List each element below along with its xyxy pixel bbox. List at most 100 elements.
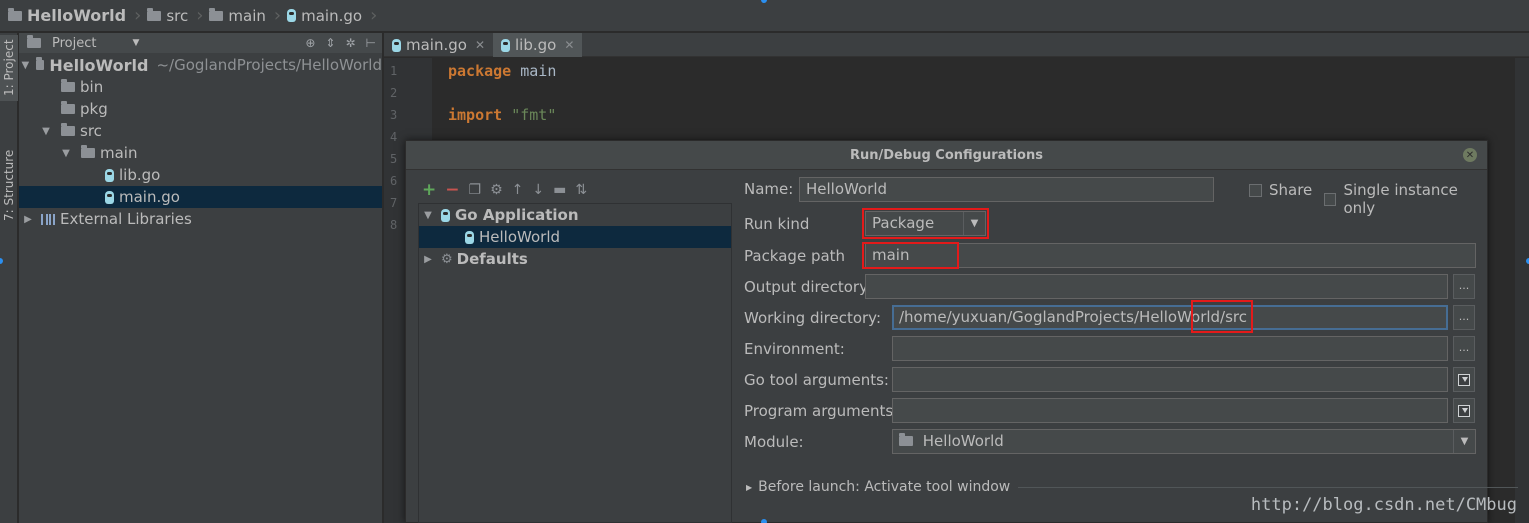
breadcrumb-separator: › <box>273 5 282 26</box>
breadcrumb-project[interactable]: HelloWorld <box>4 0 132 32</box>
working-directory-field[interactable]: /home/yuxuan/GoglandProjects/HelloWorld/… <box>892 305 1448 330</box>
before-launch-section[interactable]: ▶ Before launch: Activate tool window <box>746 479 1519 495</box>
line-number: 6 <box>390 174 398 188</box>
code-keyword: import <box>448 106 503 124</box>
move-down-icon[interactable]: ↓ <box>532 182 544 198</box>
close-tab-icon[interactable]: ✕ <box>475 38 485 52</box>
sort-icon[interactable]: ⇅ <box>575 182 587 198</box>
editor-scrollbar[interactable] <box>1515 58 1529 523</box>
module-value: HelloWorld <box>922 432 1004 450</box>
environment-browse-button[interactable]: ... <box>1453 336 1475 361</box>
line-number: 2 <box>390 86 398 100</box>
expanded-arrow-icon[interactable]: ▼ <box>21 60 30 71</box>
module-select[interactable]: HelloWorld ▼ <box>892 429 1476 454</box>
output-directory-field[interactable] <box>865 274 1448 299</box>
tree-item-pkg[interactable]: pkg <box>19 98 382 120</box>
project-tool-window: Project ▼ ⊕ ⇕ ✲ ⊢ ▼ HelloWorld ~/Gogland… <box>19 33 383 523</box>
single-instance-checkbox[interactable]: Single instance only <box>1324 181 1487 217</box>
project-view-selector[interactable]: Project <box>52 36 96 51</box>
tree-item-src[interactable]: ▼ src <box>19 120 382 142</box>
collapsed-arrow-icon[interactable]: ▶ <box>21 214 35 225</box>
expanded-arrow-icon[interactable]: ▼ <box>39 126 53 137</box>
checkbox-box[interactable] <box>1324 192 1337 206</box>
output-directory-browse-button[interactable]: ... <box>1453 274 1475 299</box>
collapsed-arrow-icon[interactable]: ▶ <box>421 254 435 265</box>
expand-icon <box>1458 373 1470 386</box>
move-up-icon[interactable]: ↑ <box>512 182 524 198</box>
tree-root-helloworld[interactable]: ▼ HelloWorld ~/GoglandProjects/HelloWorl… <box>19 54 382 76</box>
environment-label: Environment: <box>744 340 845 358</box>
working-directory-label: Working directory: <box>744 309 882 327</box>
copy-icon[interactable]: ❐ <box>469 182 482 198</box>
tree-root-label: HelloWorld <box>49 55 149 75</box>
folder-icon <box>61 123 75 136</box>
tree-item-main-go[interactable]: main.go <box>19 186 382 208</box>
name-field[interactable]: HelloWorld <box>799 177 1214 202</box>
share-label: Share <box>1269 181 1313 199</box>
folder-icon <box>61 79 75 92</box>
tool-tab-structure[interactable]: 7: Structure <box>0 125 18 245</box>
line-number: 4 <box>390 130 398 144</box>
chevron-down-icon[interactable]: ▼ <box>963 212 985 235</box>
breadcrumb-file-label: main.go <box>301 6 363 25</box>
folder-icon <box>35 57 45 70</box>
tree-item-lib-go[interactable]: lib.go <box>19 164 382 186</box>
breadcrumb-project-label: HelloWorld <box>27 6 127 25</box>
line-number: 7 <box>390 196 398 210</box>
chevron-down-icon[interactable]: ▼ <box>1453 430 1475 453</box>
expanded-arrow-icon[interactable]: ▼ <box>421 210 435 221</box>
working-directory-browse-button[interactable]: ... <box>1453 305 1475 330</box>
environment-field[interactable] <box>892 336 1448 361</box>
navigation-bar: HelloWorld › src › main › main.go › <box>0 0 1529 32</box>
folder-icon <box>81 145 95 158</box>
code-line-3[interactable]: import "fmt" <box>448 106 556 124</box>
tree-item-label: External Libraries <box>60 210 192 228</box>
tree-item-label: src <box>80 122 102 140</box>
expand-editor-button[interactable] <box>1453 398 1475 423</box>
expand-icon <box>1458 404 1470 417</box>
close-tab-icon[interactable]: ✕ <box>564 38 574 52</box>
edit-defaults-icon[interactable]: ⚙ <box>490 182 503 198</box>
go-file-icon <box>392 38 401 52</box>
tree-group-go-application[interactable]: ▼ Go Application <box>419 204 731 226</box>
breadcrumb-src[interactable]: src <box>143 0 194 32</box>
tree-item-external-libraries[interactable]: ▶ External Libraries <box>19 208 382 230</box>
locate-icon[interactable]: ⊕ <box>305 36 315 50</box>
breadcrumb-file[interactable]: main.go <box>283 0 368 32</box>
share-checkbox[interactable]: Share <box>1249 181 1312 199</box>
tool-tab-project[interactable]: 1: Project <box>0 35 18 101</box>
collapse-all-icon[interactable]: ⇕ <box>325 36 335 50</box>
editor-tab-main-go[interactable]: main.go ✕ <box>384 33 493 57</box>
expand-editor-button[interactable] <box>1453 367 1475 392</box>
breadcrumb-main[interactable]: main <box>205 0 271 32</box>
gear-icon[interactable]: ✲ <box>345 36 355 50</box>
project-view-icon <box>27 35 41 48</box>
tree-group-defaults[interactable]: ▶ ⚙ Defaults <box>419 248 731 270</box>
folder-icon <box>61 101 75 114</box>
chevron-down-icon[interactable]: ▼ <box>132 38 139 48</box>
tree-item-label: main <box>100 144 138 162</box>
tree-config-helloworld[interactable]: HelloWorld <box>419 226 731 248</box>
editor-tab-lib-go[interactable]: lib.go ✕ <box>493 33 583 57</box>
output-directory-label: Output directory <box>744 278 868 296</box>
go-file-icon <box>501 38 511 52</box>
run-kind-select[interactable]: Package ▼ <box>865 211 986 236</box>
dialog-title-bar[interactable]: Run/Debug Configurations ✕ <box>406 141 1487 170</box>
code-line-1[interactable]: package main <box>448 62 556 80</box>
close-icon[interactable]: ✕ <box>1463 148 1477 162</box>
go-tool-arguments-field[interactable] <box>892 367 1448 392</box>
remove-icon[interactable]: − <box>445 180 459 200</box>
folder-icon <box>147 7 162 21</box>
tree-item-main[interactable]: ▼ main <box>19 142 382 164</box>
add-icon[interactable]: + <box>422 180 436 200</box>
tree-item-bin[interactable]: bin <box>19 76 382 98</box>
collapsed-arrow-icon[interactable]: ▶ <box>746 483 752 492</box>
tree-item-label: main.go <box>119 188 180 206</box>
folder-icon[interactable]: ▬ <box>553 182 566 198</box>
expanded-arrow-icon[interactable]: ▼ <box>59 148 73 159</box>
tree-item-label: lib.go <box>119 166 161 184</box>
hide-panel-icon[interactable]: ⊢ <box>366 36 376 50</box>
program-arguments-field[interactable] <box>892 398 1448 423</box>
package-path-field[interactable]: main <box>865 243 1476 268</box>
checkbox-box[interactable] <box>1249 183 1262 197</box>
